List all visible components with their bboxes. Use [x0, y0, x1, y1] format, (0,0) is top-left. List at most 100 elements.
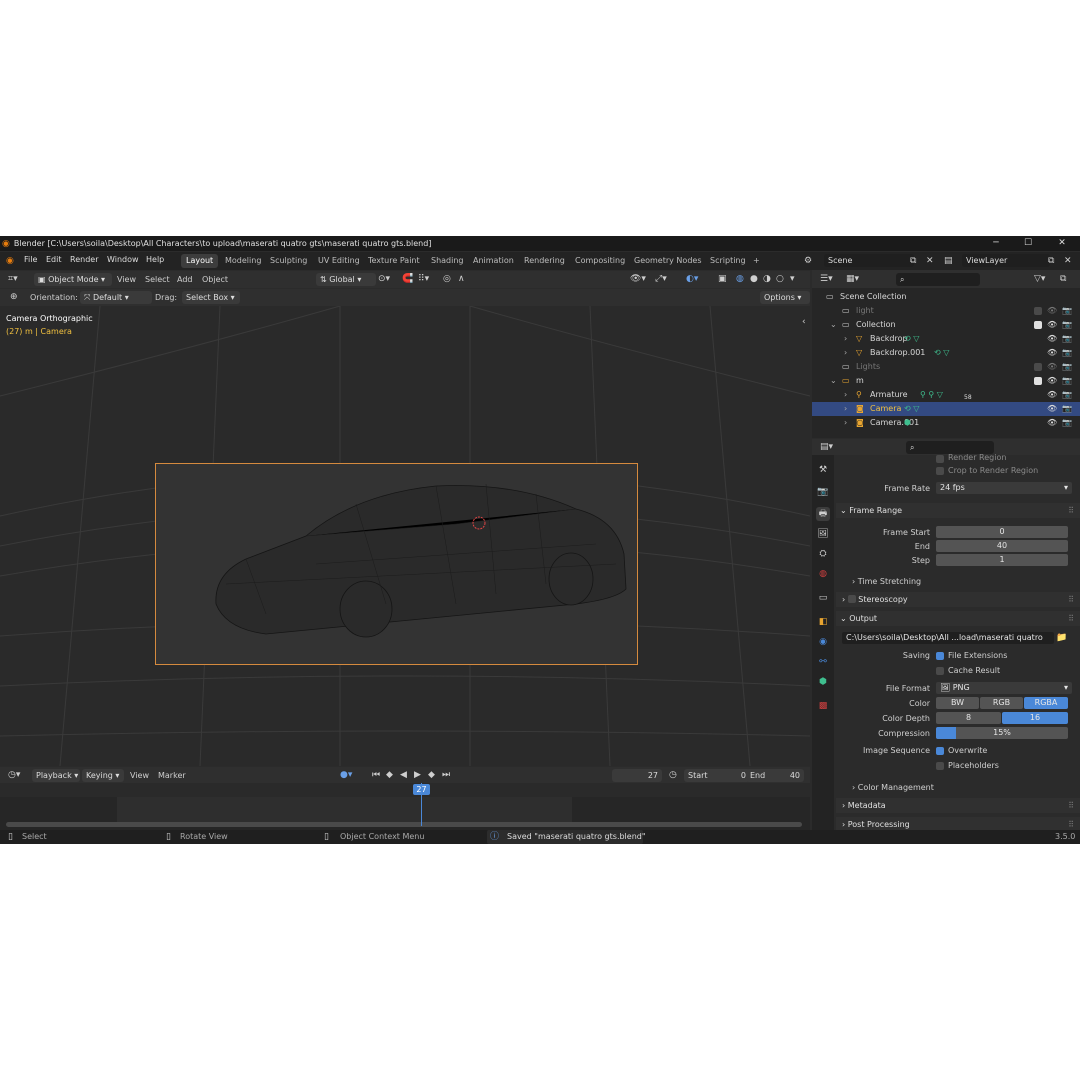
properties-editor-icon[interactable]: ▤▾: [820, 441, 833, 453]
modifier-icons[interactable]: ⟲ ▽: [934, 346, 949, 360]
visibility-eye-icon[interactable]: 👁: [1047, 318, 1057, 332]
color-rgb-button[interactable]: RGB: [980, 697, 1023, 709]
overlays-icon[interactable]: ◐▾: [686, 273, 698, 285]
tab-sculpting[interactable]: Sculpting: [265, 254, 312, 268]
properties-editor[interactable]: ▤▾ ⌕ ⚒ 📷 🖶 🖼 ⛭ ◍ ▭ ◧ ◉ ⚯ ⬢ ▩ Render Regi…: [812, 439, 1080, 832]
frame-range-panel[interactable]: ⌄ Frame Range ⠿: [836, 503, 1080, 518]
frame-step-field[interactable]: 1: [936, 554, 1068, 566]
render-camera-icon[interactable]: 📷: [1062, 346, 1072, 360]
color-depth-16-button[interactable]: 16: [1002, 712, 1068, 724]
view-layer-icon[interactable]: ▤: [944, 255, 953, 267]
visibility-eye-icon[interactable]: 👁: [1047, 388, 1057, 402]
menu-render[interactable]: Render: [70, 255, 98, 264]
outliner[interactable]: ☰▾ ▦▾ ⌕ ▽▾ ⧉ ▭ Scene Collection ▭ light 👁 📷 ⌄ ▭…: [812, 270, 1080, 438]
output-panel[interactable]: ⌄ Output ⠿: [836, 611, 1080, 626]
menu-object[interactable]: Object: [202, 275, 228, 284]
object-data-tab-icon[interactable]: ⬢: [816, 675, 830, 689]
modifier-icons[interactable]: ⟲ ▽: [904, 402, 919, 416]
time-stretching-panel[interactable]: › Time Stretching: [852, 577, 921, 586]
keying-menu[interactable]: Keying ▾: [82, 769, 124, 782]
menu-window[interactable]: Window: [107, 255, 139, 264]
playback-menu[interactable]: Playback ▾: [32, 769, 80, 782]
add-workspace-button[interactable]: +: [748, 254, 765, 268]
render-camera-icon[interactable]: 📷: [1062, 318, 1072, 332]
metadata-panel[interactable]: › Metadata ⠿: [836, 798, 1080, 813]
rendered-shading-icon[interactable]: ○: [776, 273, 784, 285]
outliner-row-collection[interactable]: ⌄ ▭ Collection 👁 📷: [812, 318, 1080, 332]
tab-layout[interactable]: Layout: [181, 254, 219, 268]
overwrite-checkbox[interactable]: [936, 747, 944, 755]
outliner-row-backdrop-001[interactable]: › ▽ Backdrop.001 👁 📷 ⟲ ▽: [812, 346, 1080, 360]
new-view-layer-icon[interactable]: ⧉: [1048, 255, 1054, 267]
maximize-button[interactable]: ☐: [1012, 236, 1044, 251]
new-scene-icon[interactable]: ⧉: [910, 255, 916, 267]
color-bw-button[interactable]: BW: [936, 697, 979, 709]
color-management-panel[interactable]: › Color Management: [852, 783, 934, 792]
scene-icon[interactable]: ⚙: [804, 255, 812, 267]
timeline[interactable]: ◷▾ Playback ▾ Keying ▾ View Marker ●▾ ⏮ …: [0, 767, 810, 830]
modifier-icons[interactable]: ⟲ ▽: [904, 332, 919, 346]
exclude-checkbox[interactable]: [1034, 321, 1042, 329]
expand-arrow-icon[interactable]: ⌄: [830, 318, 837, 332]
wireframe-shading-icon[interactable]: ◍: [736, 273, 744, 285]
material-shading-icon[interactable]: ◑: [763, 273, 771, 285]
object-mode-dropdown[interactable]: ▣ Object Mode ▾: [34, 273, 112, 286]
view-layer-tab-icon[interactable]: 🖼: [816, 527, 830, 541]
outliner-search[interactable]: ⌕: [896, 273, 980, 286]
color-depth-8-button[interactable]: 8: [936, 712, 1001, 724]
constraints-tab-icon[interactable]: ⚯: [816, 655, 830, 669]
tab-scripting[interactable]: Scripting: [705, 254, 751, 268]
shading-options-icon[interactable]: ▾: [790, 273, 795, 285]
frame-end-field[interactable]: 40: [936, 540, 1068, 552]
3d-viewport[interactable]: Camera Orthographic (27) m | Camera ‹: [0, 306, 810, 766]
expand-arrow-icon[interactable]: ›: [844, 332, 847, 346]
outliner-row-camera[interactable]: › ◙ Camera 👁 📷 ⟲ ▽: [812, 402, 1080, 416]
output-path-field[interactable]: C:\Users\soila\Desktop\All ...load\maser…: [842, 632, 1054, 644]
expand-arrow-icon[interactable]: ›: [844, 416, 847, 430]
filter-icon[interactable]: ▽▾: [1034, 273, 1045, 285]
world-tab-icon[interactable]: ◍: [816, 567, 830, 581]
color-rgba-button[interactable]: RGBA: [1024, 697, 1068, 709]
timeline-scrollbar[interactable]: [6, 822, 802, 827]
auto-keying-icon[interactable]: ●▾: [340, 769, 352, 781]
render-camera-icon[interactable]: 📷: [1062, 304, 1072, 318]
editor-type-icon[interactable]: ⌗▾: [8, 273, 18, 285]
sidebar-toggle-icon[interactable]: ‹: [802, 316, 806, 328]
expand-arrow-icon[interactable]: ›: [844, 402, 847, 416]
view-layer-field[interactable]: ViewLayer: [962, 254, 1050, 267]
outliner-row-scene-collection[interactable]: ▭ Scene Collection: [812, 290, 1080, 304]
stereoscopy-checkbox[interactable]: [847, 595, 856, 603]
stereoscopy-panel[interactable]: › Stereoscopy ⠿: [836, 592, 1080, 607]
folder-icon[interactable]: 📁: [1056, 632, 1067, 644]
crop-checkbox[interactable]: [936, 467, 944, 475]
next-keyframe-icon[interactable]: ◆: [428, 769, 435, 781]
visibility-eye-icon[interactable]: 👁: [1047, 304, 1057, 318]
compression-slider[interactable]: 15%: [936, 727, 1068, 739]
render-camera-icon[interactable]: 📷: [1062, 416, 1072, 430]
file-extensions-checkbox[interactable]: [936, 652, 944, 660]
minimize-button[interactable]: ─: [980, 236, 1012, 251]
visibility-eye-icon[interactable]: 👁: [1047, 346, 1057, 360]
current-frame-field[interactable]: 27: [612, 769, 662, 782]
delete-scene-icon[interactable]: ✕: [926, 255, 934, 267]
tab-modeling[interactable]: Modeling: [220, 254, 266, 268]
jump-end-icon[interactable]: ⏭: [442, 769, 450, 781]
play-icon[interactable]: ▶: [414, 769, 421, 781]
menu-select[interactable]: Select: [145, 275, 170, 284]
proportional-edit-icon[interactable]: ◎: [443, 273, 451, 285]
scene-name-field[interactable]: Scene: [824, 254, 914, 267]
jump-start-icon[interactable]: ⏮: [372, 769, 380, 781]
tab-compositing[interactable]: Compositing: [570, 254, 630, 268]
transform-orientation-dropdown[interactable]: ⇅ Global ▾: [316, 273, 376, 286]
file-format-dropdown[interactable]: 🖼 PNG ▾: [936, 682, 1072, 694]
tab-geometry-nodes[interactable]: Geometry Nodes: [629, 254, 706, 268]
collection-tab-icon[interactable]: ▭: [816, 591, 830, 605]
timeline-view-menu[interactable]: View: [130, 771, 149, 780]
tab-animation[interactable]: Animation: [468, 254, 519, 268]
delete-view-layer-icon[interactable]: ✕: [1064, 255, 1072, 267]
outliner-row-backdrop[interactable]: › ▽ Backdrop 👁 📷 ⟲ ▽: [812, 332, 1080, 346]
display-mode-icon[interactable]: ▦▾: [846, 273, 859, 285]
expand-arrow-icon[interactable]: ›: [844, 346, 847, 360]
new-collection-icon[interactable]: ⧉: [1060, 273, 1066, 285]
marker-menu[interactable]: Marker: [158, 771, 186, 780]
